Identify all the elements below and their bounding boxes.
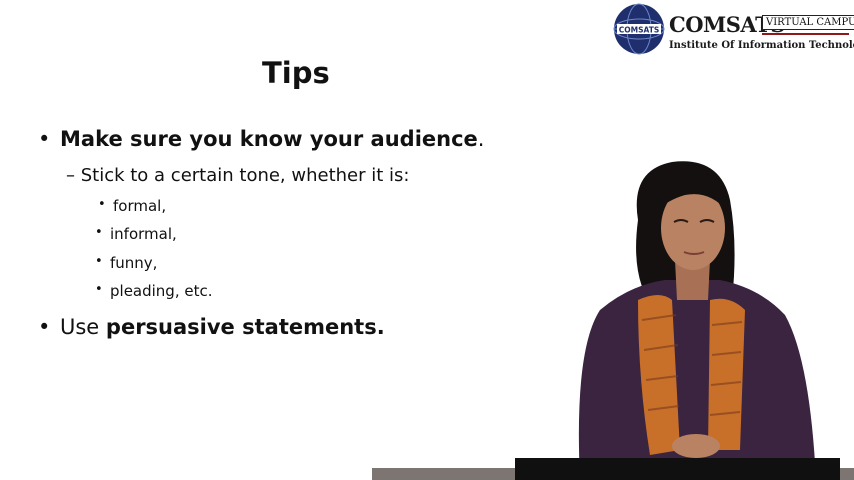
bullet-dot: • [95, 254, 103, 269]
sub-bullet-tone: – Stick to a certain tone, whether it is… [66, 165, 410, 186]
tone-item: • informal, [95, 225, 177, 243]
logo-rule [762, 33, 849, 35]
tone-label: funny, [110, 254, 158, 272]
bullet-persuasive-plain: Use [60, 315, 106, 339]
bullet-audience: • Make sure you know your audience. [38, 127, 485, 151]
tone-item: • funny, [95, 254, 158, 272]
tone-label: pleading, etc. [110, 282, 213, 300]
presenter-figure [578, 161, 816, 480]
bullet-dot: • [95, 282, 103, 297]
logo-globe-text: COMSATS [619, 26, 660, 35]
bullet-audience-bold: Make sure you know your audience [60, 127, 478, 151]
lecture-slide: COMSATS COMSATS VIRTUAL CAMPUS Institute… [0, 0, 854, 480]
bullet-dot: • [98, 197, 106, 212]
bullet-dot: • [95, 225, 103, 240]
tone-label: informal, [110, 225, 177, 243]
bullet-persuasive-bold: persuasive statements. [105, 315, 385, 339]
bullet-dot: • [38, 315, 51, 339]
slide-title: Tips [262, 56, 330, 90]
tone-item: • pleading, etc. [95, 282, 213, 300]
bullet-dot: • [38, 127, 51, 151]
tone-item: • formal, [98, 197, 167, 215]
logo-badge: VIRTUAL CAMPUS [762, 15, 854, 30]
bullet-audience-rest: . [477, 127, 485, 151]
bullet-persuasive: • Use persuasive statements. [38, 315, 385, 339]
logo-subtitle: Institute Of Information Technology [669, 40, 854, 51]
comsats-globe-icon: COMSATS [613, 3, 665, 55]
tone-label: formal, [113, 197, 167, 215]
podium [515, 458, 840, 480]
comsats-logo: COMSATS COMSATS VIRTUAL CAMPUS Institute… [613, 3, 854, 57]
presenter-video [560, 150, 854, 480]
